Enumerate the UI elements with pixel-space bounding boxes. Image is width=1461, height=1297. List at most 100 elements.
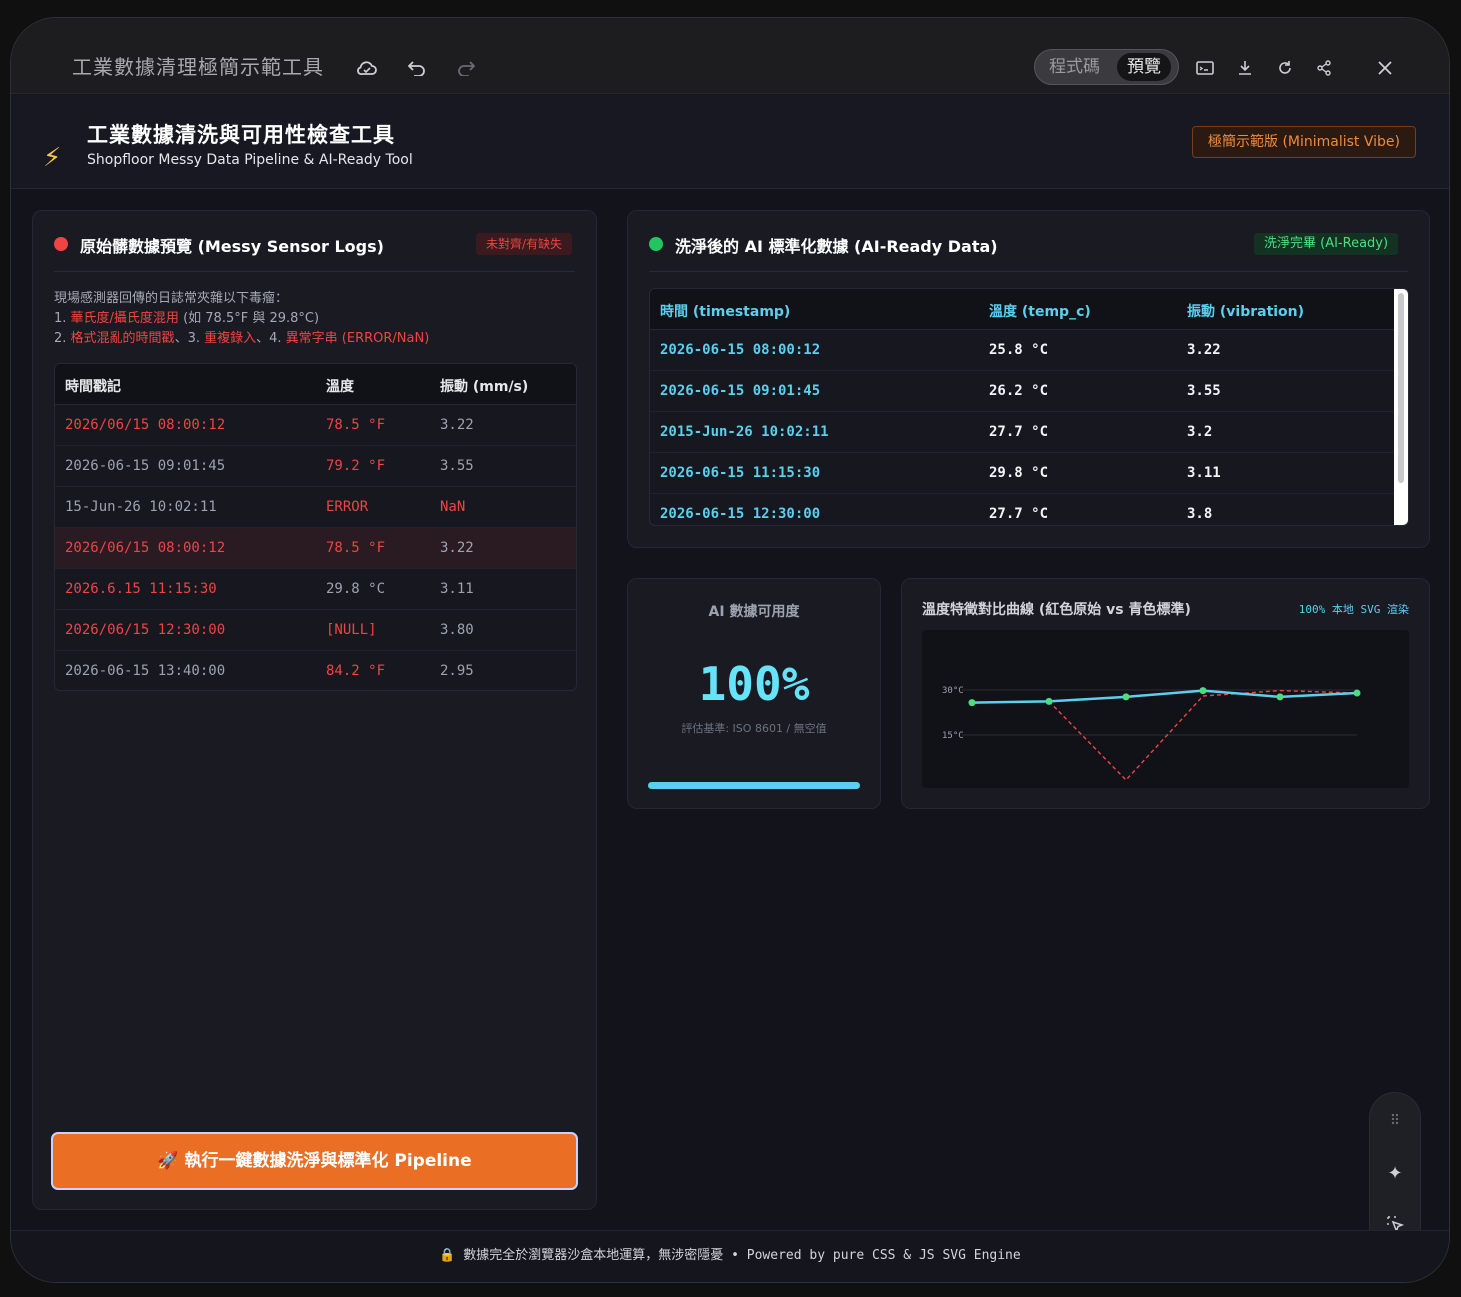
- table-row: 2026/06/15 08:00:12 78.5 °F 3.22: [55, 405, 576, 446]
- cell-vib: 3.22: [440, 540, 474, 556]
- cell-time: 2026/06/15 08:00:12: [65, 417, 226, 433]
- cell-vib: NaN: [440, 499, 466, 515]
- col-header: 振動 (mm/s): [440, 379, 529, 395]
- table-header: 時間 (timestamp) 溫度 (temp_c) 振動 (vibration…: [650, 289, 1408, 330]
- desc-line-1: 1. 華氏度/攝氏度混用 (如 78.5°F 與 29.8°C): [54, 311, 320, 326]
- cell-time: 2015-Jun-26 10:02:11: [660, 424, 829, 440]
- cell-time: 15-Jun-26 10:02:11: [65, 499, 217, 515]
- cell-temp: 79.2 °F: [326, 458, 386, 474]
- share-icon[interactable]: [1312, 56, 1336, 80]
- desc-intro: 現場感測器回傳的日誌常夾雜以下毒瘤：: [54, 291, 289, 306]
- sparkle-icon[interactable]: ✦: [1370, 1163, 1420, 1184]
- app-title: 工業數據清理極簡示範工具: [72, 55, 324, 79]
- cell-time: 2026-06-15 09:01:45: [660, 383, 821, 399]
- scrollbar-thumb[interactable]: [1398, 293, 1404, 483]
- cell-time: 2026-06-15 09:01:45: [65, 458, 226, 474]
- kpi-subtitle: 評估基準: ISO 8601 / 無空值: [681, 722, 827, 735]
- temperature-chart-card: 溫度特徵對比曲線 (紅色原始 vs 青色標準) 100% 本地 SVG 渲染 3…: [901, 578, 1430, 809]
- data-point: [968, 699, 976, 707]
- table-row: 2026-06-15 09:01:45 79.2 °F 3.55: [55, 446, 576, 487]
- cell-vib: 3.22: [440, 417, 474, 433]
- redo-icon[interactable]: [454, 56, 478, 80]
- table-row-duplicate: 2026/06/15 08:00:12 78.5 °F 3.22: [55, 528, 576, 569]
- cell-vib: 3.80: [440, 622, 474, 638]
- cell-temp: 26.2 °C: [989, 383, 1049, 399]
- refresh-icon[interactable]: [1273, 56, 1297, 80]
- cell-temp: ERROR: [326, 499, 369, 515]
- col-header: 時間 (timestamp): [660, 304, 791, 320]
- kpi-progress-fill: [648, 782, 860, 789]
- chart-svg: 30°C 15°C: [942, 686, 1361, 782]
- table-row: 15-Jun-26 10:02:11 ERROR NaN: [55, 487, 576, 528]
- cell-temp: 78.5 °F: [326, 540, 386, 556]
- cell-temp: 29.8 °C: [989, 465, 1049, 481]
- cell-vib: 3.55: [440, 458, 474, 474]
- cell-vib: 3.55: [1187, 383, 1221, 399]
- kpi-label: AI 數據可用度: [708, 604, 800, 620]
- chart-tag: 100% 本地 SVG 渲染: [1298, 603, 1409, 616]
- app-header: ⚡ 工業數據清洗與可用性檢查工具 Shopfloor Messy Data Pi…: [11, 95, 1449, 189]
- data-point: [1353, 689, 1361, 697]
- undo-icon[interactable]: [405, 56, 429, 80]
- cell-time: 2026-06-15 11:15:30: [660, 465, 821, 481]
- page-subtitle: Shopfloor Messy Data Pipeline & AI-Ready…: [87, 152, 413, 168]
- table-scrollbar[interactable]: [1394, 289, 1408, 525]
- floating-toolbar: ⠿ ✦: [1369, 1092, 1421, 1252]
- col-header: 振動 (vibration): [1187, 304, 1305, 320]
- cell-temp: 27.7 °C: [989, 424, 1049, 440]
- toggle-code[interactable]: 程式碼: [1039, 53, 1110, 81]
- footer: 🔒 數據完全於瀏覽器沙盒本地運算，無涉密隱憂 • Powered by pure…: [11, 1230, 1449, 1282]
- availability-card: AI 數據可用度 100% 評估基準: ISO 8601 / 無空值: [627, 578, 881, 809]
- toggle-preview[interactable]: 預覽: [1117, 53, 1171, 81]
- data-point: [1276, 693, 1284, 701]
- table-row: 2026.6.15 11:15:30 29.8 °C 3.11: [55, 569, 576, 610]
- close-icon[interactable]: [1373, 56, 1397, 80]
- chart-area: 30°C 15°C: [922, 630, 1409, 788]
- cell-time: 2026-06-15 12:30:00: [660, 506, 821, 522]
- divider: [649, 271, 1408, 272]
- status-dot-green: [649, 237, 663, 251]
- raw-data-table: 時間戳記 溫度 振動 (mm/s) 2026/06/15 08:00:12 78…: [54, 363, 577, 691]
- table-row: 2015-Jun-26 10:02:11 27.7 °C 3.2: [650, 412, 1408, 453]
- cell-temp: 78.5 °F: [326, 417, 386, 433]
- code-preview-toggle[interactable]: 程式碼 預覽: [1034, 49, 1179, 85]
- download-icon[interactable]: [1233, 56, 1257, 80]
- clean-series-line: [971, 689, 1358, 704]
- cloud-icon[interactable]: [355, 56, 379, 80]
- table-row: 2026-06-15 11:15:30 29.8 °C 3.11: [650, 453, 1408, 494]
- status-dot-red: [54, 237, 68, 251]
- cell-time: 2026.6.15 11:15:30: [65, 581, 217, 597]
- cell-vib: 2.95: [440, 663, 474, 679]
- cell-temp: [NULL]: [326, 622, 377, 638]
- table-row: 2026-06-15 09:01:45 26.2 °C 3.55: [650, 371, 1408, 412]
- cell-temp: 25.8 °C: [989, 342, 1049, 358]
- run-pipeline-button[interactable]: 🚀 執行一鍵數據洗淨與標準化 Pipeline: [51, 1132, 578, 1190]
- cell-vib: 3.2: [1187, 424, 1213, 440]
- cell-time: 2026/06/15 08:00:12: [65, 540, 226, 556]
- raw-description: 現場感測器回傳的日誌常夾雜以下毒瘤： 1. 華氏度/攝氏度混用 (如 78.5°…: [54, 289, 429, 349]
- page-title: 工業數據清洗與可用性檢查工具: [87, 123, 395, 147]
- grip-icon[interactable]: ⠿: [1370, 1113, 1420, 1129]
- version-badge: 極簡示範版 (Minimalist Vibe): [1192, 126, 1416, 158]
- cell-temp: 27.7 °C: [989, 506, 1049, 522]
- cell-temp: 29.8 °C: [326, 581, 386, 597]
- kpi-value: 100%: [698, 657, 810, 711]
- cell-vib: 3.11: [440, 581, 474, 597]
- col-header: 時間戳記: [65, 379, 121, 395]
- kpi-progress-bar: [648, 782, 860, 789]
- data-point: [1045, 697, 1053, 705]
- cell-time: 2026/06/15 12:30:00: [65, 622, 226, 638]
- table-row: 2026-06-15 12:30:00 27.7 °C 3.8: [650, 494, 1408, 525]
- cell-vib: 3.11: [1187, 465, 1221, 481]
- title-bar: 工業數據清理極簡示範工具 程式碼 預覽: [11, 18, 1449, 94]
- terminal-icon[interactable]: [1193, 56, 1217, 80]
- cell-vib: 3.8: [1187, 506, 1213, 522]
- divider: [54, 271, 575, 272]
- clean-data-panel: 洗淨後的 AI 標準化數據 (AI-Ready Data) 洗淨完畢 (AI-R…: [627, 210, 1430, 548]
- app-window: 工業數據清理極簡示範工具 程式碼 預覽 ⚡ 工業數據清洗與可用性檢查工具 Sho…: [10, 17, 1450, 1283]
- cell-vib: 3.22: [1187, 342, 1221, 358]
- lightning-icon: ⚡: [43, 143, 62, 173]
- raw-panel-title: 原始髒數據預覽 (Messy Sensor Logs): [80, 237, 384, 256]
- raw-data-panel: 原始髒數據預覽 (Messy Sensor Logs) 未對齊/有缺失 現場感測…: [32, 210, 597, 1210]
- clean-data-table: 時間 (timestamp) 溫度 (temp_c) 振動 (vibration…: [649, 288, 1409, 526]
